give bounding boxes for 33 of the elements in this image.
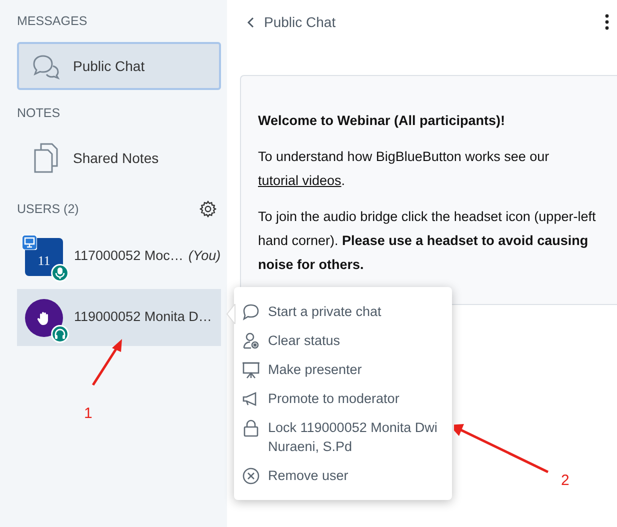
section-heading: USERS (2) bbox=[17, 200, 80, 218]
user-name: 119000052 Monita D… bbox=[74, 308, 212, 326]
user-name: 117000052 Moc… bbox=[74, 247, 184, 266]
menu-item[interactable]: Clear status bbox=[234, 326, 452, 355]
user-list-item[interactable]: 119000052 Monita D… bbox=[17, 289, 221, 346]
annotation-number: 1 bbox=[84, 404, 92, 424]
user-status-icon bbox=[242, 332, 260, 350]
menu-item[interactable]: Remove user bbox=[234, 461, 452, 490]
menu-item[interactable]: Make presenter bbox=[234, 355, 452, 384]
you-label: (You) bbox=[188, 247, 221, 266]
menu-item[interactable]: Promote to moderator bbox=[234, 384, 452, 413]
welcome-paragraph: To understand how BigBlueButton works see our tutorial videos. bbox=[258, 148, 550, 190]
welcome-paragraph: To join the audio bridge click the headset icon (upper-left hand corner). Please use a headset to avoid causing noise for others. bbox=[258, 208, 597, 274]
remove-circle-icon bbox=[242, 467, 260, 485]
section-heading: MESSAGES bbox=[17, 13, 88, 30]
welcome-paragraph: Welcome to Webinar (All participants)! bbox=[258, 112, 506, 130]
back-chevron-icon bbox=[247, 16, 254, 28]
more-options-icon[interactable] bbox=[605, 14, 609, 30]
section-heading: NOTES bbox=[17, 105, 62, 122]
presentation-board-icon bbox=[242, 361, 260, 379]
annotation-number: 2 bbox=[561, 471, 570, 491]
menu-item[interactable]: Start a private chat bbox=[234, 297, 452, 326]
documents-icon bbox=[33, 142, 59, 174]
menu-item[interactable]: Lock 119000052 Monita Dwi Nuraeni, S.Pd bbox=[234, 413, 452, 461]
lock-icon bbox=[242, 419, 260, 437]
user-list-item[interactable]: 11 117000052 Moc… (You) bbox=[17, 228, 221, 285]
chat-item[interactable]: Public Chat bbox=[17, 42, 221, 90]
avatar-initials: 11 bbox=[38, 252, 50, 270]
tutorial-link[interactable]: tutorial videos bbox=[258, 173, 342, 188]
back-button[interactable]: Public Chat bbox=[247, 12, 336, 32]
settings-icon[interactable] bbox=[199, 200, 217, 218]
shared-notes-item[interactable]: Shared Notes bbox=[17, 134, 221, 182]
speech-bubble-icon bbox=[242, 303, 260, 321]
